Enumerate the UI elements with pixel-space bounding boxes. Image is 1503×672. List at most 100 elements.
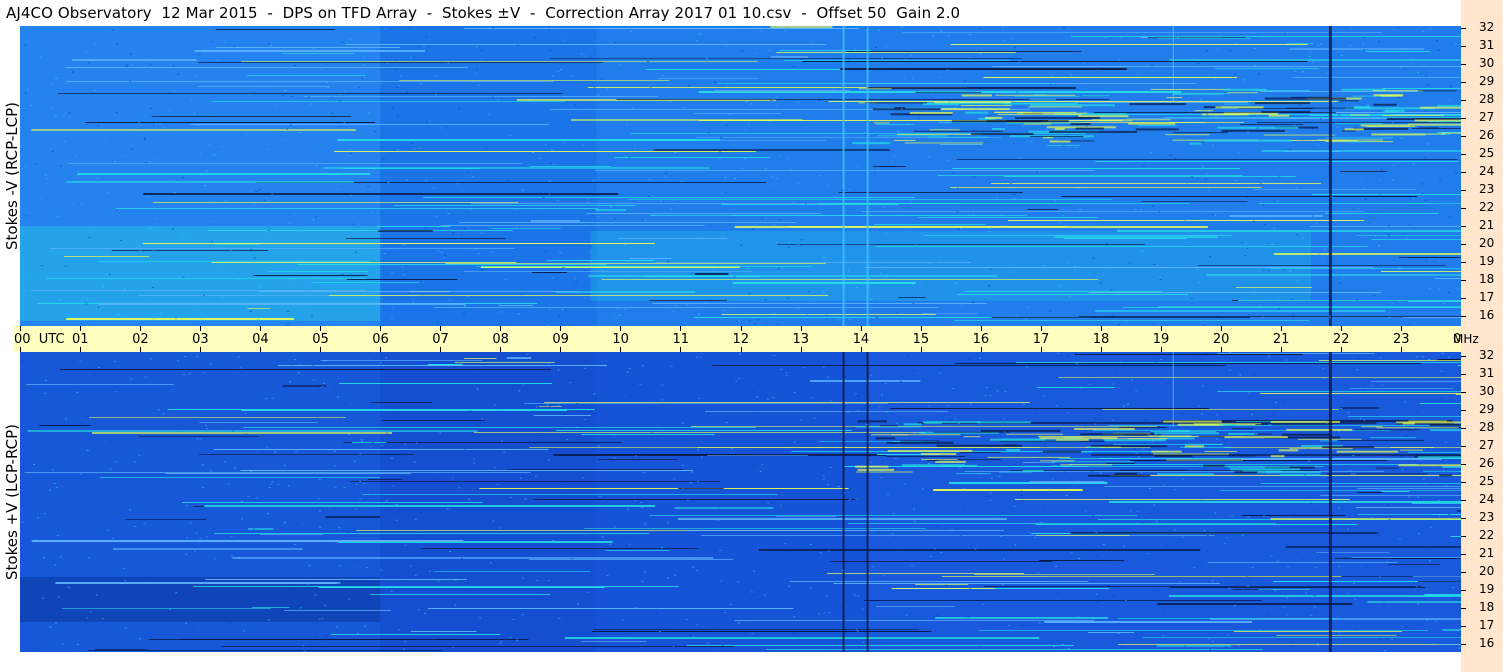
- noise-speckle: [963, 488, 966, 490]
- noise-speckle: [1379, 179, 1382, 181]
- noise-speckle: [1439, 178, 1442, 180]
- noise-speckle: [208, 584, 211, 586]
- noise-speckle: [824, 571, 827, 573]
- freq-tick: [1461, 410, 1466, 411]
- noise-speckle: [752, 390, 755, 392]
- rfi-line: [211, 101, 565, 102]
- noise-speckle: [338, 419, 341, 421]
- noise-speckle: [1340, 55, 1343, 57]
- rfi-line: [1220, 490, 1461, 491]
- noise-speckle: [395, 59, 398, 61]
- noise-speckle: [681, 465, 684, 467]
- rfi-line: [1316, 552, 1389, 553]
- noise-speckle: [650, 195, 653, 197]
- noise-speckle: [359, 453, 362, 455]
- time-tick: [980, 347, 982, 352]
- noise-speckle: [463, 305, 466, 307]
- noise-speckle: [1275, 402, 1278, 404]
- noise-speckle: [1310, 502, 1313, 504]
- activity-band: [1165, 134, 1210, 136]
- noise-speckle: [540, 403, 543, 405]
- activity-band: [1261, 110, 1311, 113]
- noise-speckle: [614, 42, 617, 44]
- rfi-line: [479, 488, 849, 489]
- noise-speckle: [793, 441, 796, 443]
- noise-speckle: [557, 404, 560, 406]
- freq-label: 22: [1479, 200, 1495, 214]
- noise-speckle: [698, 397, 701, 399]
- noise-speckle: [55, 486, 58, 488]
- noise-speckle: [362, 483, 365, 485]
- noise-speckle: [519, 294, 522, 296]
- noise-speckle: [533, 36, 536, 38]
- rfi-line: [1117, 644, 1461, 645]
- noise-speckle: [656, 613, 659, 615]
- noise-speckle: [982, 603, 985, 605]
- vertical-burst: [866, 352, 869, 652]
- noise-speckle: [969, 588, 972, 590]
- rfi-line: [506, 469, 684, 470]
- noise-speckle: [1328, 317, 1331, 319]
- noise-speckle: [1452, 587, 1455, 589]
- activity-band: [865, 102, 928, 104]
- activity-band: [1017, 112, 1088, 114]
- noise-speckle: [892, 512, 895, 514]
- rfi-line: [199, 454, 414, 455]
- chart-title: AJ4CO Observatory 12 Mar 2015 - DPS on T…: [6, 4, 961, 22]
- rfi-line: [1229, 215, 1324, 217]
- noise-speckle: [963, 80, 966, 82]
- rfi-line: [1287, 43, 1314, 44]
- noise-speckle: [212, 220, 215, 222]
- noise-speckle: [467, 296, 470, 298]
- noise-speckle: [1123, 121, 1126, 123]
- region-mid: [380, 26, 597, 326]
- noise-speckle: [959, 227, 962, 229]
- noise-speckle: [1022, 625, 1025, 627]
- noise-speckle: [1428, 560, 1431, 562]
- noise-speckle: [71, 204, 74, 206]
- noise-speckle: [129, 53, 132, 55]
- noise-speckle: [116, 392, 119, 394]
- rfi-line: [954, 363, 1422, 364]
- noise-speckle: [741, 167, 744, 169]
- noise-speckle: [1308, 460, 1311, 462]
- noise-speckle: [1283, 269, 1286, 271]
- noise-speckle: [771, 176, 774, 178]
- noise-speckle: [199, 319, 202, 321]
- noise-speckle: [1412, 198, 1415, 200]
- noise-speckle: [1441, 122, 1444, 124]
- activity-band: [1255, 423, 1268, 425]
- noise-speckle: [206, 536, 209, 538]
- noise-speckle: [1166, 383, 1169, 385]
- rfi-line: [303, 96, 659, 97]
- noise-speckle: [822, 256, 825, 258]
- noise-speckle: [1184, 645, 1187, 647]
- activity-band: [1286, 428, 1353, 431]
- freq-label: 27: [1479, 110, 1495, 124]
- noise-speckle: [697, 314, 700, 316]
- noise-speckle: [59, 299, 62, 301]
- noise-speckle: [1434, 620, 1437, 622]
- activity-band: [1099, 120, 1133, 122]
- noise-speckle: [94, 89, 97, 91]
- noise-speckle: [1282, 400, 1285, 402]
- rfi-line: [49, 248, 516, 249]
- activity-band: [1286, 107, 1354, 109]
- rfi-line: [284, 610, 392, 611]
- freq-label: 29: [1479, 402, 1495, 416]
- noise-speckle: [811, 42, 814, 44]
- noise-speckle: [340, 614, 343, 616]
- noise-speckle: [738, 320, 741, 322]
- rfi-line: [649, 300, 727, 301]
- noise-speckle: [574, 104, 577, 106]
- freq-label: 16: [1479, 308, 1495, 322]
- rfi-line: [686, 645, 1074, 646]
- noise-speckle: [1271, 244, 1274, 246]
- noise-speckle: [21, 521, 24, 523]
- noise-speckle: [97, 366, 100, 368]
- rfi-line: [454, 362, 555, 363]
- noise-speckle: [128, 509, 131, 511]
- noise-speckle: [418, 147, 421, 149]
- freq-tick: [1461, 482, 1466, 483]
- rfi-line: [783, 60, 1010, 61]
